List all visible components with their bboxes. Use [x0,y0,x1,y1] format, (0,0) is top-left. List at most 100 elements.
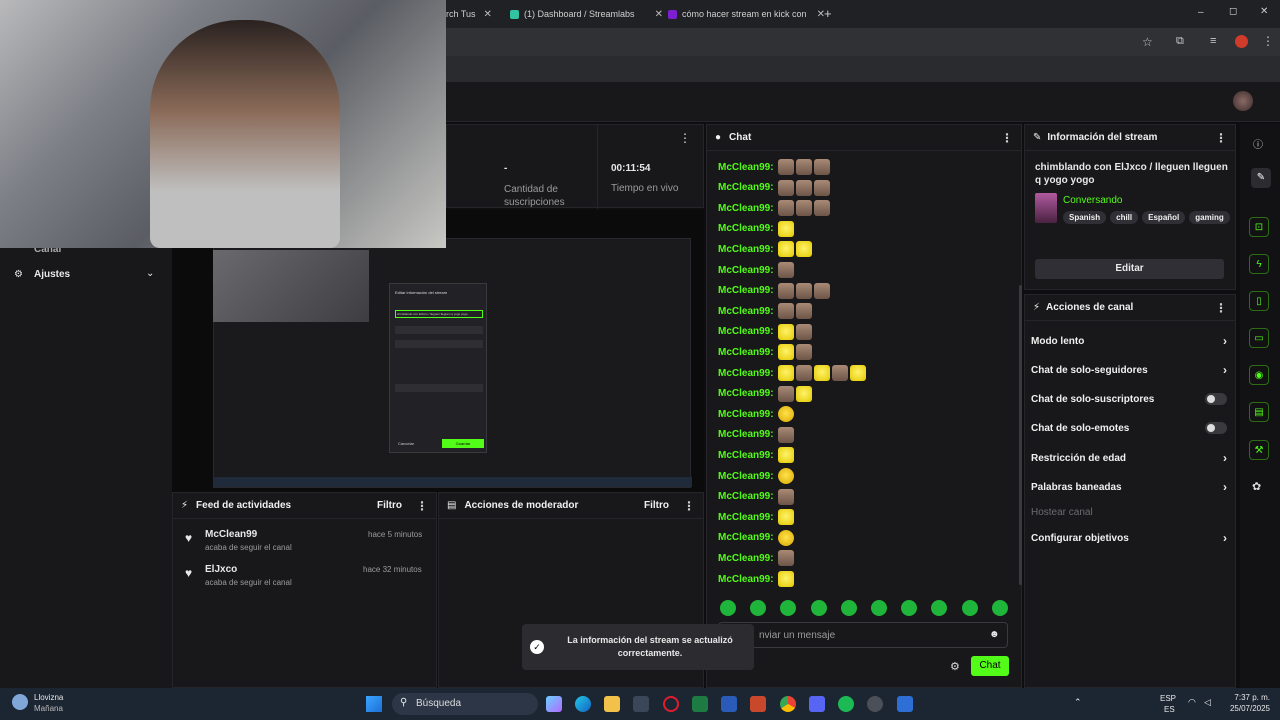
windows-start-icon[interactable] [366,696,382,712]
chat-username[interactable]: McClean99: [718,326,774,337]
chat-username[interactable]: McClean99: [718,553,774,564]
chat-username[interactable]: McClean99: [718,471,774,482]
star-icon[interactable]: ☆ [1142,35,1153,49]
steam-icon[interactable] [867,696,883,712]
chat-username[interactable]: McClean99: [718,306,774,317]
chat-username[interactable]: McClean99: [718,244,774,255]
layout-icon[interactable]: ▤ [1249,402,1269,422]
broadcast-icon[interactable]: ◉ [1249,365,1269,385]
chat-username[interactable]: McClean99: [718,223,774,234]
chat-username[interactable]: McClean99: [718,512,774,523]
chat-username[interactable]: McClean99: [718,429,774,440]
chat-username[interactable]: McClean99: [718,265,774,276]
bolt-icon[interactable]: ϟ [1249,254,1269,274]
new-tab-button[interactable]: + [824,6,832,21]
kick-emote-icon[interactable] [961,600,978,616]
clipboard-icon[interactable]: ▯ [1249,291,1269,311]
feed-user[interactable]: McClean99 [205,529,257,540]
channel-action-1[interactable]: Chat de solo-seguidores › [1031,359,1227,381]
kick-emote-icon[interactable] [840,600,857,616]
discord-icon[interactable] [809,696,825,712]
edit-button[interactable]: Editar [1035,259,1224,279]
profile-avatar[interactable] [1235,35,1248,48]
store-icon[interactable] [633,696,649,712]
chrome-icon[interactable] [780,696,796,712]
chat-username[interactable]: McClean99: [718,285,774,296]
file-explorer-icon[interactable] [604,696,620,712]
chat-input[interactable]: nviar un mensaje ☻ [718,622,1008,648]
media-icon[interactable]: ≡ [1210,35,1216,47]
lang-code[interactable]: ESP [1160,694,1176,703]
copilot-icon[interactable] [546,696,562,712]
browser-tab[interactable]: cómo hacer stream en kick con ✕ [668,4,825,24]
browser-tab[interactable]: rch Tus ✕ [446,4,492,24]
taskbar-search[interactable]: ⚲ Búsqueda [392,693,538,715]
extensions-icon[interactable]: ⧉ [1176,35,1184,48]
excel-icon[interactable] [692,696,708,712]
chat-username[interactable]: McClean99: [718,409,774,420]
chat-username[interactable]: McClean99: [718,532,774,543]
tray-chevron-icon[interactable]: ⌃ [1074,697,1082,708]
chat-username[interactable]: McClean99: [718,182,774,193]
spotify-icon[interactable] [838,696,854,712]
activity-filter-button[interactable]: Filtro [377,500,402,511]
minimize-button[interactable]: – [1198,7,1204,18]
chevron-down-icon[interactable]: ⌄ [146,268,154,279]
stream-category[interactable]: Conversando [1063,195,1122,206]
chat-username[interactable]: McClean99: [718,388,774,399]
channel-action-3[interactable]: Chat de solo-emotes [1031,417,1227,439]
toggle-switch[interactable] [1205,393,1227,405]
volume-icon[interactable]: ◁ [1204,697,1211,708]
chat-menu-icon[interactable]: ⋮ [1001,131,1013,145]
target-icon[interactable]: ⊡ [1249,217,1269,237]
edge-icon[interactable] [575,696,591,712]
user-avatar[interactable] [1233,91,1253,111]
chat-username[interactable]: McClean99: [718,574,774,585]
channel-actions-menu-icon[interactable]: ⋮ [1215,301,1227,315]
wifi-icon[interactable]: ◠ [1188,697,1196,708]
channel-action-0[interactable]: Modo lento › [1031,330,1227,352]
browser-tab[interactable]: (1) Dashboard / Streamlabs ✕ [510,4,663,24]
toggle-switch[interactable] [1205,422,1227,434]
chat-username[interactable]: McClean99: [718,491,774,502]
app-icon[interactable] [897,696,913,712]
word-icon[interactable] [721,696,737,712]
chat-username[interactable]: McClean99: [718,450,774,461]
mod-filter-button[interactable]: Filtro [644,500,669,511]
channel-action-2[interactable]: Chat de solo-suscriptores [1031,388,1227,410]
chat-username[interactable]: McClean99: [718,368,774,379]
close-tab-icon[interactable]: ✕ [484,9,492,20]
powerpoint-icon[interactable] [750,696,766,712]
emoji-icon[interactable]: ☻ [989,629,1000,640]
stream-info-menu-icon[interactable]: ⋮ [1215,131,1227,145]
channel-action-4[interactable]: Restricción de edad › [1031,447,1227,469]
chat-scrollbar[interactable] [1019,285,1022,585]
info-icon[interactable]: ⓘ [1253,136,1263,151]
kick-emote-icon[interactable] [810,600,827,616]
kick-emote-icon[interactable] [991,600,1008,616]
sidebar-item-ajustes[interactable]: Ajustes [34,269,70,280]
edit-rail-icon[interactable]: ✎ [1251,168,1271,188]
feed-user[interactable]: ElJxco [205,564,237,575]
weather-title[interactable]: Llovizna [34,693,63,702]
close-tab-icon[interactable]: ✕ [655,9,663,20]
chat-send-button[interactable]: Chat [971,656,1009,676]
maximize-button[interactable]: ◻ [1229,6,1237,17]
kick-emote-icon[interactable] [871,600,887,616]
browser-menu-icon[interactable]: ⋮ [1262,34,1274,48]
chat-settings-icon[interactable]: ⚙ [950,660,960,673]
wrench-icon[interactable]: ⚒ [1249,440,1269,460]
palette-icon[interactable]: ✿ [1252,480,1261,493]
channel-action-5[interactable]: Palabras baneadas › [1031,476,1227,498]
opera-icon[interactable] [663,696,679,712]
chat-username[interactable]: McClean99: [718,162,774,173]
chat-username[interactable]: McClean99: [718,203,774,214]
channel-action-7[interactable]: Configurar objetivos › [1031,527,1227,549]
mod-menu-icon[interactable]: ⋮ [683,499,695,513]
chat-username[interactable]: McClean99: [718,347,774,358]
close-window-button[interactable]: ✕ [1260,6,1268,17]
clock-time[interactable]: 7:37 p. m. [1228,693,1270,702]
stats-menu-icon[interactable]: ⋮ [679,131,691,145]
chat-icon[interactable]: ▭ [1249,328,1269,348]
kick-emote-icon[interactable] [720,600,736,616]
